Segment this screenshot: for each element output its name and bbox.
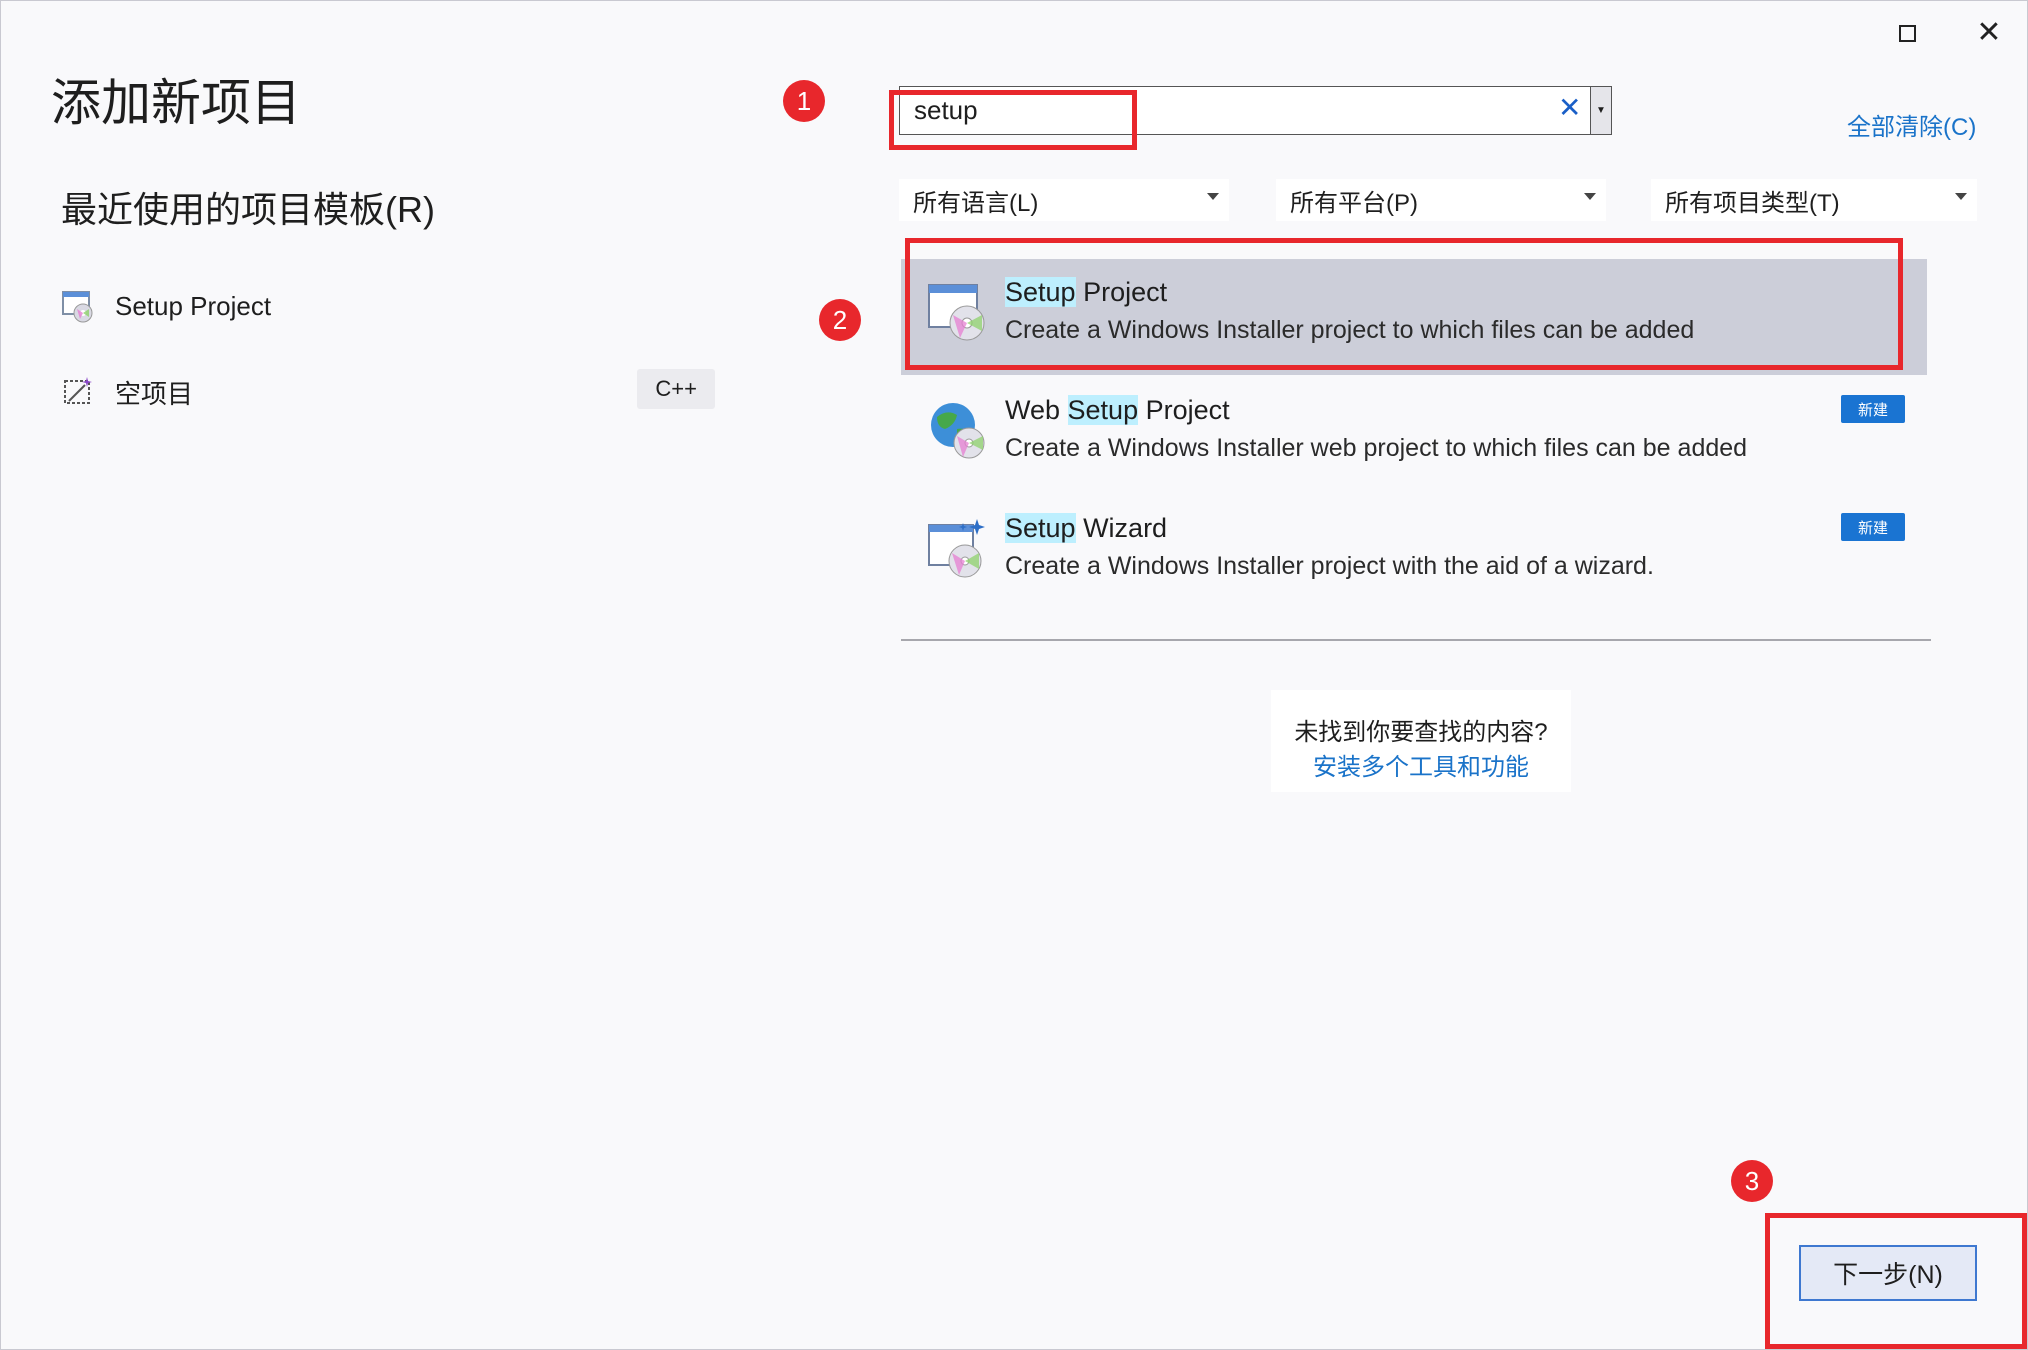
recent-item-setup-project[interactable]: Setup Project (61, 277, 721, 335)
project-type-filter[interactable]: 所有项目类型(T) (1651, 179, 1977, 221)
chevron-down-icon (1207, 193, 1219, 200)
chevron-down-icon (1955, 193, 1967, 200)
filter-label: 所有项目类型(T) (1665, 189, 1840, 217)
result-description: Create a Windows Installer project with … (1005, 552, 1654, 580)
result-description: Create a Windows Installer project to wh… (1005, 316, 1695, 344)
web-setup-project-icon (931, 403, 985, 459)
annotation-badge-3: 3 (1731, 1160, 1773, 1202)
divider (901, 639, 1931, 641)
next-button[interactable]: 下一步(N) (1799, 1245, 1977, 1301)
empty-project-icon (64, 377, 92, 404)
close-icon: ✕ (1976, 15, 2002, 50)
recent-templates-heading: 最近使用的项目模板(R) (61, 189, 435, 230)
search-box[interactable]: ✕ ▼ (899, 86, 1612, 135)
clear-all-link[interactable]: 全部清除(C) (1847, 107, 1976, 142)
language-filter[interactable]: 所有语言(L) (899, 179, 1229, 221)
filter-label: 所有语言(L) (913, 189, 1039, 217)
result-web-setup-project[interactable]: Web Setup Project Create a Windows Insta… (901, 377, 1927, 493)
search-input[interactable] (914, 87, 1544, 134)
add-new-project-dialog: ✕ 添加新项目 最近使用的项目模板(R) Setup Project 空项目 C… (0, 0, 2028, 1350)
recent-item-label: Setup Project (115, 290, 272, 321)
recent-item-label: 空项目 (115, 378, 194, 409)
filter-label: 所有平台(P) (1290, 189, 1418, 217)
install-tools-link[interactable]: 安装多个工具和功能 (1271, 747, 1571, 782)
page-title: 添加新项目 (51, 75, 301, 131)
setup-project-icon (62, 291, 93, 323)
language-tag: C++ (637, 369, 715, 409)
result-name: Web Setup Project (1005, 395, 1230, 425)
chevron-down-icon (1584, 193, 1596, 200)
setup-wizard-icon (928, 519, 985, 578)
annotation-badge-2: 2 (819, 299, 861, 341)
not-found-question: 未找到你要查找的内容? (1294, 719, 1548, 746)
result-setup-wizard[interactable]: Setup Wizard Create a Windows Installer … (901, 495, 1927, 611)
result-name: Setup Project (1005, 277, 1168, 307)
not-found-panel: 未找到你要查找的内容? 安装多个工具和功能 (1271, 690, 1571, 792)
dropdown-arrow-icon: ▼ (1596, 105, 1606, 116)
result-description: Create a Windows Installer web project t… (1005, 434, 1748, 462)
platform-filter[interactable]: 所有平台(P) (1276, 179, 1606, 221)
clear-icon[interactable]: ✕ (1558, 91, 1581, 124)
result-setup-project[interactable]: Setup Project Create a Windows Installer… (901, 259, 1927, 375)
close-button[interactable]: ✕ (1967, 13, 2011, 53)
new-badge: 新建 (1841, 395, 1905, 423)
result-name: Setup Wizard (1005, 513, 1168, 543)
annotation-badge-1: 1 (783, 80, 825, 122)
maximize-icon (1898, 24, 1916, 42)
search-dropdown-button[interactable]: ▼ (1590, 86, 1612, 135)
recent-item-empty-project[interactable]: 空项目 C++ (61, 363, 721, 421)
new-badge: 新建 (1841, 513, 1905, 541)
maximize-button[interactable] (1885, 13, 1929, 53)
setup-project-icon (928, 284, 985, 341)
